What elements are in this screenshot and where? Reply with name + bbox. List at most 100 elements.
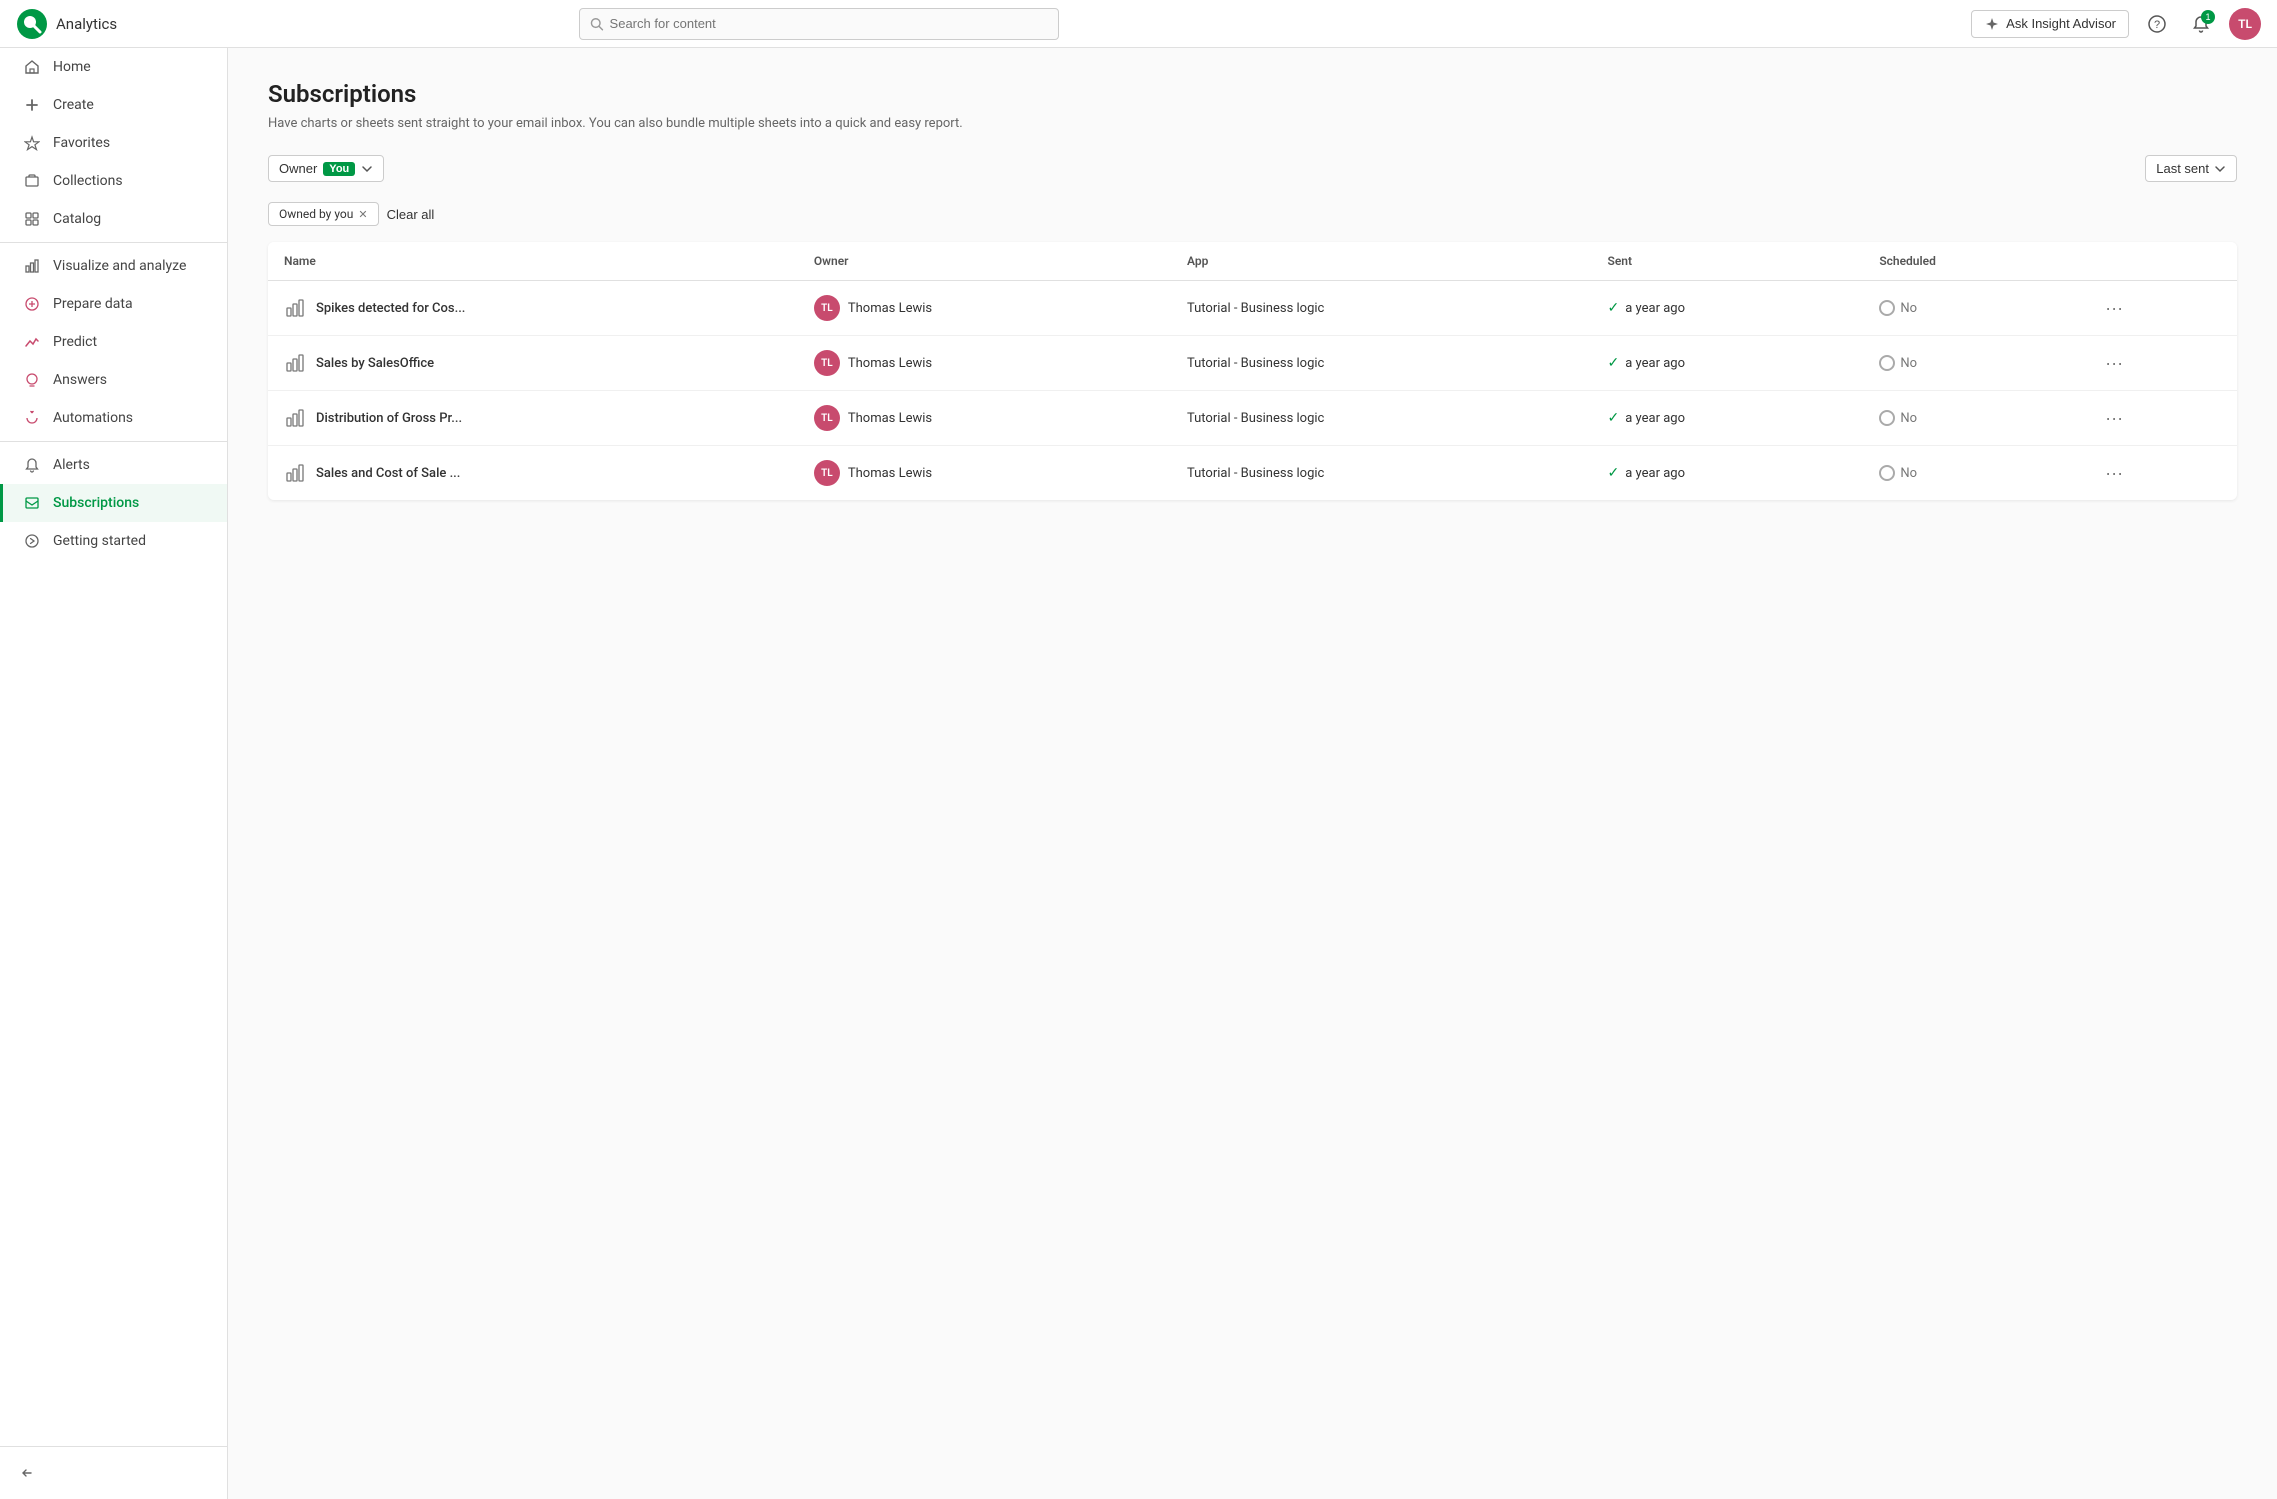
- sidebar-label-subscriptions: Subscriptions: [53, 495, 139, 511]
- cell-more-0: ···: [2083, 281, 2237, 336]
- search-input[interactable]: [610, 16, 1049, 31]
- sidebar-item-getting-started[interactable]: Getting started: [0, 522, 227, 560]
- col-name: Name: [268, 242, 798, 281]
- chip-close-icon[interactable]: ✕: [358, 208, 367, 221]
- bar-chart-icon: [284, 407, 306, 429]
- no-scheduled-icon: [1879, 355, 1895, 371]
- scheduled-label: No: [1900, 356, 1917, 371]
- sparkle-icon: [1984, 16, 2000, 32]
- sidebar-item-visualize[interactable]: Visualize and analyze: [0, 247, 227, 285]
- filter-left: Owner You: [268, 155, 384, 182]
- more-options-button[interactable]: ···: [2099, 296, 2129, 321]
- sidebar-label-predict: Predict: [53, 334, 97, 350]
- collapse-button[interactable]: [0, 1455, 227, 1491]
- owner-label: Owner: [279, 161, 317, 176]
- more-options-button[interactable]: ···: [2099, 461, 2129, 486]
- cell-scheduled-0: No: [1863, 281, 2083, 336]
- last-sent-sort-button[interactable]: Last sent: [2145, 155, 2237, 182]
- plus-icon: [23, 96, 41, 114]
- subscription-name[interactable]: Distribution of Gross Pr...: [316, 411, 462, 426]
- collapse-icon: [20, 1465, 36, 1481]
- cell-sent-0: ✓ a year ago: [1592, 281, 1864, 336]
- owned-by-you-chip[interactable]: Owned by you ✕: [268, 202, 379, 226]
- sidebar-item-favorites[interactable]: Favorites: [0, 124, 227, 162]
- chart-icon: [23, 257, 41, 275]
- svg-text:?: ?: [2154, 19, 2160, 31]
- sidebar-label-catalog: Catalog: [53, 211, 101, 227]
- sidebar-item-create[interactable]: Create: [0, 86, 227, 124]
- cell-app-3: Tutorial - Business logic: [1171, 446, 1592, 501]
- sent-time: a year ago: [1625, 356, 1685, 371]
- col-owner: Owner: [798, 242, 1171, 281]
- col-scheduled: Scheduled: [1863, 242, 2083, 281]
- app-name: Analytics: [56, 15, 117, 33]
- last-sent-label: Last sent: [2156, 161, 2209, 176]
- sidebar-item-automations[interactable]: Automations: [0, 399, 227, 437]
- no-scheduled-icon: [1879, 300, 1895, 316]
- more-options-button[interactable]: ···: [2099, 351, 2129, 376]
- subscriptions-icon: [23, 494, 41, 512]
- collections-icon: [23, 172, 41, 190]
- chip-label: Owned by you: [279, 207, 353, 221]
- cell-more-2: ···: [2083, 391, 2237, 446]
- sidebar-label-visualize: Visualize and analyze: [53, 258, 186, 274]
- scheduled-label: No: [1900, 466, 1917, 481]
- table-row: Distribution of Gross Pr... TL Thomas Le…: [268, 391, 2237, 446]
- alerts-icon: [23, 456, 41, 474]
- sidebar-item-answers[interactable]: Answers: [0, 361, 227, 399]
- main-content: Subscriptions Have charts or sheets sent…: [228, 48, 2277, 1499]
- owner-name: Thomas Lewis: [848, 411, 932, 426]
- notifications-button[interactable]: 1: [2185, 8, 2217, 40]
- cell-name-1: Sales by SalesOffice: [268, 336, 798, 391]
- qlik-logo-icon: [16, 8, 48, 40]
- subscription-name[interactable]: Spikes detected for Cos...: [316, 301, 465, 316]
- owner-filter-button[interactable]: Owner You: [268, 155, 384, 182]
- sidebar-item-predict[interactable]: Predict: [0, 323, 227, 361]
- sidebar-label-home: Home: [53, 59, 91, 75]
- table-row: Spikes detected for Cos... TL Thomas Lew…: [268, 281, 2237, 336]
- check-icon: ✓: [1608, 355, 1620, 371]
- bar-chart-icon: [284, 352, 306, 374]
- cell-app-2: Tutorial - Business logic: [1171, 391, 1592, 446]
- sidebar-item-home[interactable]: Home: [0, 48, 227, 86]
- check-icon: ✓: [1608, 300, 1620, 316]
- predict-icon: [23, 333, 41, 351]
- sidebar-item-subscriptions[interactable]: Subscriptions: [0, 484, 227, 522]
- cell-name-2: Distribution of Gross Pr...: [268, 391, 798, 446]
- sidebar-label-answers: Answers: [53, 372, 107, 388]
- insight-advisor-button[interactable]: Ask Insight Advisor: [1971, 10, 2129, 38]
- home-icon: [23, 58, 41, 76]
- filter-bar: Owner You Last sent: [268, 155, 2237, 182]
- subscription-name[interactable]: Sales by SalesOffice: [316, 356, 434, 371]
- sidebar-item-prepare[interactable]: Prepare data: [0, 285, 227, 323]
- subscription-name[interactable]: Sales and Cost of Sale ...: [316, 466, 460, 481]
- cell-scheduled-2: No: [1863, 391, 2083, 446]
- cell-name-3: Sales and Cost of Sale ...: [268, 446, 798, 501]
- logo-area: Analytics: [16, 8, 117, 40]
- sidebar: Home Create Favorites Collections Catalo: [0, 48, 228, 1499]
- help-button[interactable]: ?: [2141, 8, 2173, 40]
- notification-badge: 1: [2201, 10, 2215, 24]
- sent-time: a year ago: [1625, 466, 1685, 481]
- bar-chart-icon: [284, 297, 306, 319]
- catalog-icon: [23, 210, 41, 228]
- sidebar-item-catalog[interactable]: Catalog: [0, 200, 227, 238]
- sidebar-item-collections[interactable]: Collections: [0, 162, 227, 200]
- sent-time: a year ago: [1625, 411, 1685, 426]
- layout: Home Create Favorites Collections Catalo: [0, 48, 2277, 1499]
- star-icon: [23, 134, 41, 152]
- cell-name-0: Spikes detected for Cos...: [268, 281, 798, 336]
- more-options-button[interactable]: ···: [2099, 406, 2129, 431]
- col-sent: Sent: [1592, 242, 1864, 281]
- cell-more-3: ···: [2083, 446, 2237, 501]
- search-bar[interactable]: [579, 8, 1059, 40]
- owner-avatar: TL: [814, 295, 840, 321]
- getting-started-icon: [23, 532, 41, 550]
- user-avatar[interactable]: TL: [2229, 8, 2261, 40]
- cell-sent-3: ✓ a year ago: [1592, 446, 1864, 501]
- no-scheduled-icon: [1879, 410, 1895, 426]
- sidebar-item-alerts[interactable]: Alerts: [0, 446, 227, 484]
- sidebar-label-alerts: Alerts: [53, 457, 90, 473]
- clear-all-button[interactable]: Clear all: [387, 207, 435, 222]
- col-actions: [2083, 242, 2237, 281]
